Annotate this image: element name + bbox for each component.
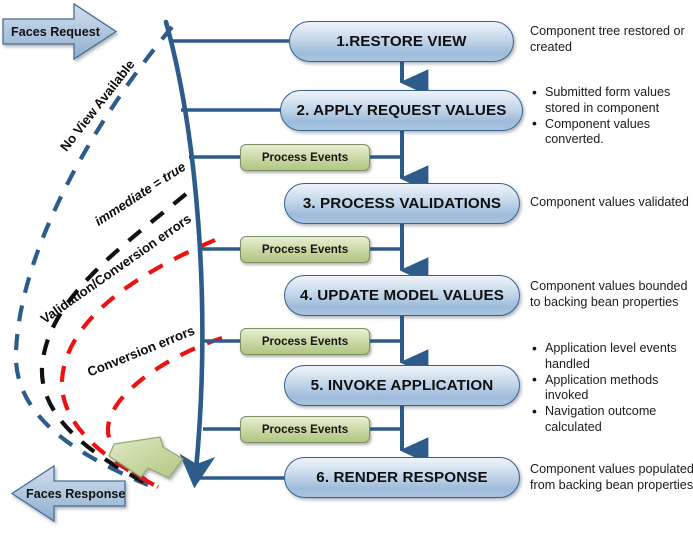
description-line: from backing bean properties [530,477,693,492]
process-events-label-2: Process Events [261,243,349,256]
description-bullet: Submitted form values stored in componen… [532,84,693,116]
description-line: Submitted form values [545,85,671,99]
description-bullet: Navigation outcome calculated [532,404,693,435]
process-events-box-1[interactable]: Process Events [240,144,370,171]
description-line: handled [545,356,590,371]
process-events-box-2[interactable]: Process Events [240,236,370,263]
description-line: converted. [545,132,604,147]
description-update-model-values: Component values bounded to backing bean… [530,279,693,310]
description-apply-request-values: Submitted form values stored in componen… [530,84,693,148]
phase-update-model-values[interactable]: 4. UPDATE MODEL VALUES [284,275,520,316]
faces-request-arrow: Faces Request [0,0,120,64]
phase-update-model-values-label: 4. UPDATE MODEL VALUES [300,287,504,304]
description-line: Component values bounded [530,279,688,293]
phase-restore-view-label: 1.RESTORE VIEW [336,33,467,50]
phase-restore-view[interactable]: 1.RESTORE VIEW [289,21,514,62]
description-line: Component tree restored or [530,24,685,38]
description-process-validations: Component values validated [530,195,692,211]
process-events-label-4: Process Events [261,423,349,436]
faces-response-arrow: Faces Response [0,462,135,526]
description-line: Navigation outcome [545,404,657,419]
description-line: to backing bean properties [530,294,679,309]
description-line: invoked [545,388,589,403]
description-line: Application methods [545,372,659,387]
description-line: Component values [545,116,651,131]
faces-response-label: Faces Response [26,487,126,501]
process-events-label-3: Process Events [261,335,349,348]
phase-apply-request-values[interactable]: 2. APPLY REQUEST VALUES [280,90,523,131]
description-invoke-application: Application level events handled Applica… [530,340,693,436]
description-render-response: Component values populated from backing … [530,462,693,493]
description-bullet: Application methods invoked [532,372,693,404]
phase-render-response-label: 6. RENDER RESPONSE [316,469,488,486]
process-events-box-4[interactable]: Process Events [240,416,370,443]
phase-render-response[interactable]: 6. RENDER RESPONSE [284,457,520,498]
description-bullet: Application level events handled [532,340,693,372]
lifecycle-spine [163,19,216,489]
description-line: Component values populated [530,462,693,476]
process-events-label-1: Process Events [261,151,349,164]
description-line: stored in component [545,100,660,115]
phase-process-validations[interactable]: 3. PROCESS VALIDATIONS [284,183,520,224]
description-line: calculated [545,419,602,434]
faces-request-label: Faces Request [11,25,100,39]
phase-process-validations-label: 3. PROCESS VALIDATIONS [302,195,502,212]
phase-invoke-application-label: 5. INVOKE APPLICATION [310,377,494,394]
phase-apply-request-values-label: 2. APPLY REQUEST VALUES [296,102,507,119]
description-bullet: Component values converted. [532,116,693,148]
description-restore-view: Component tree restored or created [530,24,693,55]
description-line: Application level events [545,341,677,355]
jsf-lifecycle-diagram: Faces Request Faces Response No View Ava… [0,0,693,543]
description-line: Component values validated [530,195,689,209]
description-line: created [530,39,573,54]
phase-invoke-application[interactable]: 5. INVOKE APPLICATION [284,365,520,406]
process-events-box-3[interactable]: Process Events [240,328,370,355]
